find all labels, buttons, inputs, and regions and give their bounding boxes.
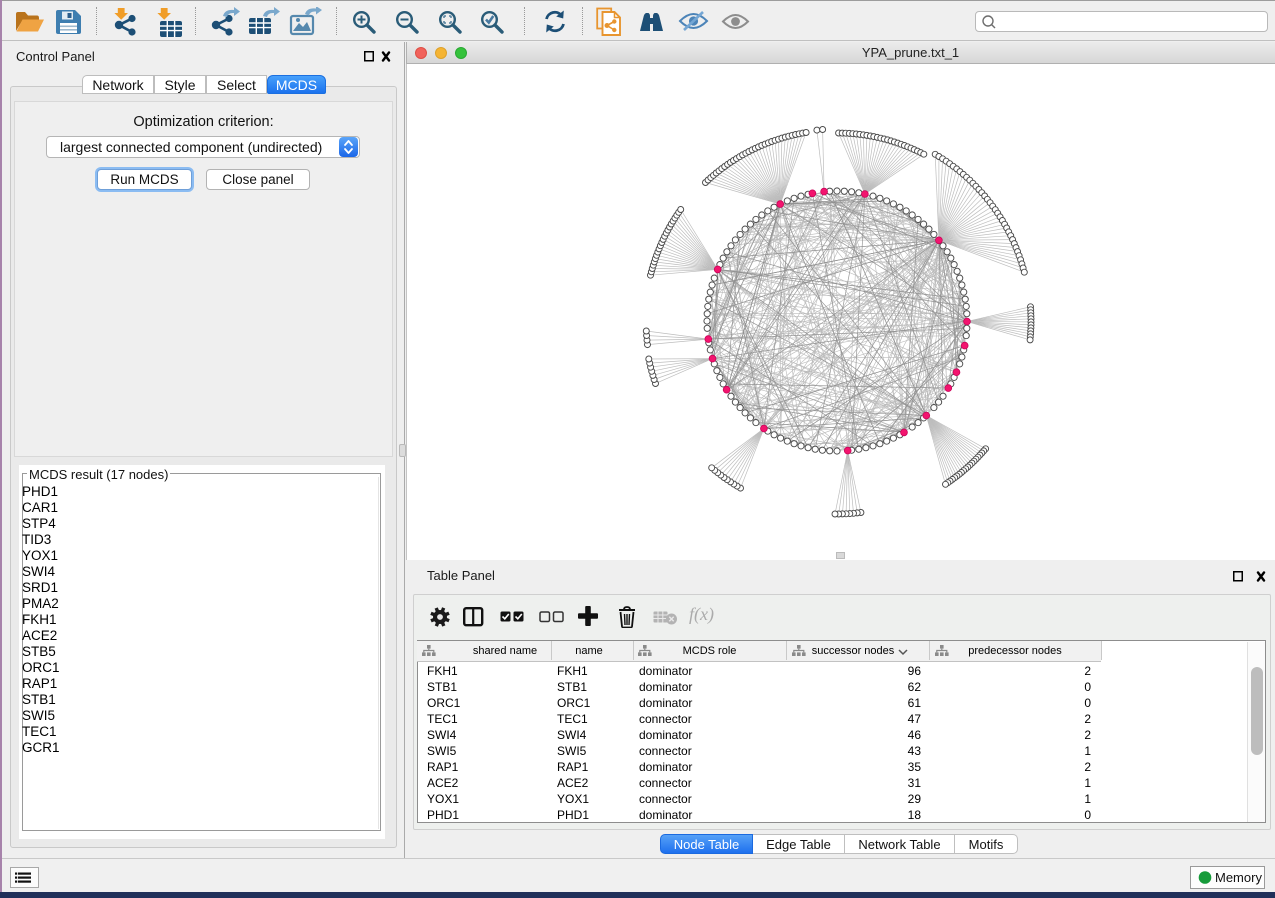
svg-text:Memory: Memory xyxy=(1215,870,1262,885)
